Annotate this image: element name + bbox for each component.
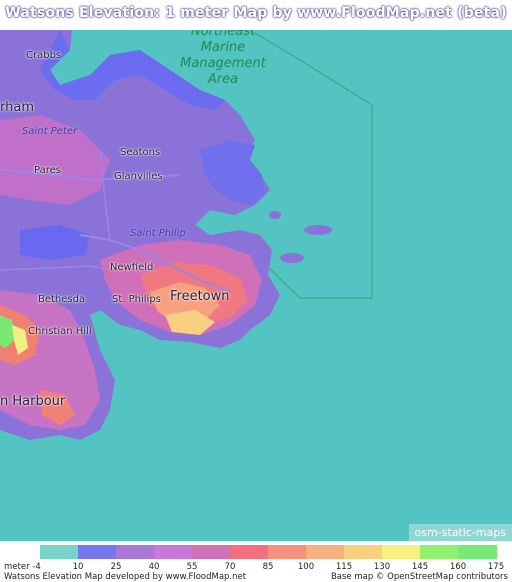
legend-tick: 25 — [110, 562, 122, 572]
place-parham: rham — [0, 100, 34, 115]
elevation-legend: meter -4 10 25 40 55 70 85 100 115 130 145 160 175 … — [0, 541, 512, 582]
place-christian-hill: Christian Hill — [28, 326, 92, 337]
legend-swatch — [78, 545, 117, 559]
legend-swatch — [192, 545, 231, 559]
legend-tick: 100 — [297, 562, 315, 572]
legend-swatch — [268, 545, 307, 559]
legend-swatch — [458, 545, 497, 559]
place-st-philips: St. Philips — [112, 294, 161, 305]
legend-tick: 70 — [224, 562, 236, 572]
place-glanvilles: Glanvilles — [114, 171, 163, 182]
legend-tick: 85 — [262, 562, 274, 572]
legend-swatch — [154, 545, 193, 559]
legend-tick: 40 — [148, 562, 160, 572]
map-canvas — [0, 30, 373, 440]
footer-attribution[interactable]: Base map © OpenStreetMap contributors — [331, 572, 508, 582]
legend-swatch — [116, 545, 155, 559]
marine-area-line-4: Area — [207, 72, 239, 87]
place-freetown: Freetown — [170, 289, 230, 304]
legend-swatch — [382, 545, 421, 559]
place-pares: Pares — [34, 165, 61, 176]
footer-credit: Watsons Elevation Map developed by www.F… — [4, 572, 247, 582]
marine-area-line-1: Northeast — [190, 30, 256, 39]
islet-3 — [269, 211, 281, 219]
marine-area-line-3: Management — [180, 56, 266, 71]
marine-area-line-2: Marine — [200, 40, 246, 55]
place-saint-philip: Saint Philip — [130, 228, 186, 239]
legend-swatch — [344, 545, 383, 559]
legend-tick: 10 — [72, 562, 84, 572]
legend-tick: 175 — [487, 562, 505, 572]
place-harbour: n Harbour — [0, 394, 66, 409]
place-saint-peter: Saint Peter — [22, 126, 78, 137]
legend-swatch — [40, 545, 79, 559]
legend-swatch — [306, 545, 345, 559]
legend-unit-label: meter -4 — [4, 562, 41, 572]
place-bethesda: Bethesda — [38, 294, 86, 305]
place-crabbs: Crabbs — [26, 50, 62, 61]
islet-1 — [280, 253, 304, 263]
elevation-map[interactable]: Northeast Marine Management Area Crabbs … — [0, 30, 512, 541]
legend-tick: 115 — [335, 562, 353, 572]
marine-area-label: Northeast Marine Management Area — [168, 30, 278, 88]
legend-tick: 130 — [373, 562, 391, 572]
place-seatons: Seatons — [120, 147, 161, 158]
legend-swatch — [230, 545, 269, 559]
title-bar: Watsons Elevation: 1 meter Map by www.Fl… — [0, 0, 512, 30]
legend-tick: 55 — [186, 562, 198, 572]
legend-swatches — [40, 545, 497, 559]
legend-swatch — [420, 545, 459, 559]
islet-2 — [304, 225, 332, 235]
legend-tick: 145 — [411, 562, 429, 572]
place-newfield: Newfield — [110, 262, 154, 273]
legend-tick: 160 — [449, 562, 467, 572]
map-title: Watsons Elevation: 1 meter Map by www.Fl… — [5, 5, 507, 21]
osm-static-maps-badge[interactable]: osm-static-maps — [408, 524, 512, 541]
